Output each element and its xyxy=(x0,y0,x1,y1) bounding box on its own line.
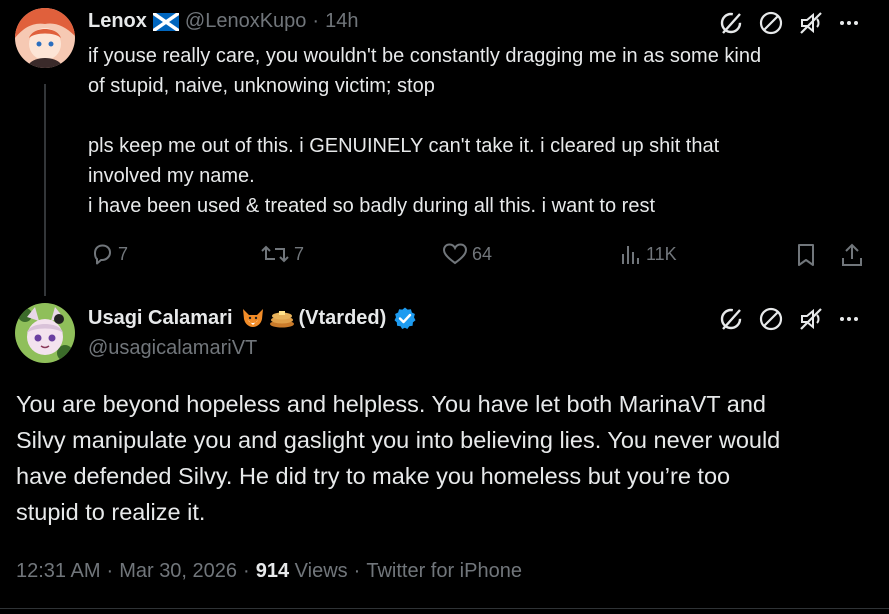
tweet2-line: You are beyond hopeless and helpless. Yo… xyxy=(16,391,766,417)
tweet-time[interactable]: 14h xyxy=(325,10,358,33)
bookmark-button[interactable] xyxy=(795,242,817,268)
author-handle[interactable]: @LenoxKupo xyxy=(185,10,307,33)
block-icon[interactable] xyxy=(758,10,784,36)
tweet1-top-actions xyxy=(718,10,860,36)
share-button[interactable] xyxy=(840,242,864,268)
block-arrow-icon[interactable] xyxy=(718,306,744,332)
tweet1-line: of stupid, naive, unknowing victim; stop xyxy=(88,75,435,97)
verified-badge-icon xyxy=(393,306,417,330)
retweet-icon xyxy=(261,245,289,263)
tweet1-line: pls keep me out of this. i GENUINELY can… xyxy=(88,135,720,157)
author-name-suffix[interactable]: (Vtarded) xyxy=(299,307,387,330)
analytics-icon xyxy=(622,246,639,264)
tweet1-text: if youse really care, you wouldn't be co… xyxy=(88,41,878,221)
mute-icon[interactable] xyxy=(798,306,824,332)
reply-button[interactable]: 7 xyxy=(90,242,128,266)
reply-count: 7 xyxy=(118,243,129,264)
views-label: Views xyxy=(294,560,348,582)
thread-line xyxy=(44,84,46,296)
author-name[interactable]: Lenox xyxy=(88,10,147,33)
mute-icon[interactable] xyxy=(798,10,824,36)
tweet2-meta: 12:31 AM · Mar 30, 2026 · 914 Views · Tw… xyxy=(16,560,522,583)
retweet-count: 7 xyxy=(294,243,305,264)
author-handle[interactable]: @usagicalamariVT xyxy=(88,337,257,360)
views-count: 11K xyxy=(646,243,677,264)
tweet1-line: if youse really care, you wouldn't be co… xyxy=(88,45,762,67)
author-name[interactable]: Usagi Calamari xyxy=(88,307,233,330)
share-icon xyxy=(842,243,862,266)
retweet-button[interactable]: 7 xyxy=(260,242,304,266)
avatar-lenox[interactable] xyxy=(15,8,75,68)
separator: · xyxy=(243,560,250,582)
scotland-flag-icon xyxy=(152,12,179,31)
avatar-usagi[interactable] xyxy=(15,303,75,363)
block-arrow-icon[interactable] xyxy=(718,10,744,36)
bottom-divider xyxy=(0,608,889,609)
heart-icon xyxy=(442,243,468,265)
reply-icon xyxy=(94,244,111,265)
more-icon[interactable] xyxy=(838,10,860,36)
tweet2-text: You are beyond hopeless and helpless. Yo… xyxy=(16,386,882,530)
separator: · xyxy=(312,10,320,32)
fox-icon xyxy=(241,307,265,329)
tweet2-header: Usagi Calamari (Vtarded) xyxy=(88,306,417,330)
tweet2-top-actions xyxy=(718,306,860,332)
tweet1-line: i have been used & treated so badly duri… xyxy=(88,195,656,217)
tweet2-line: stupid to realize it. xyxy=(16,499,206,525)
tweet-time[interactable]: 12:31 AM xyxy=(16,560,101,583)
like-button[interactable]: 64 xyxy=(442,242,492,266)
separator: · xyxy=(353,560,361,582)
client-link[interactable]: Twitter for iPhone xyxy=(366,560,522,583)
separator: · xyxy=(106,560,114,582)
tweet2-line: have defended Silvy. He did try to make … xyxy=(16,463,731,489)
tweet1-line: involved my name. xyxy=(88,165,255,187)
tweet-date[interactable]: Mar 30, 2026 xyxy=(119,560,237,583)
tweet1-header: Lenox @LenoxKupo · 14h xyxy=(88,10,358,33)
block-icon[interactable] xyxy=(758,306,784,332)
pancakes-icon xyxy=(269,307,295,329)
like-count: 64 xyxy=(472,243,493,264)
views-count: 914 xyxy=(255,560,290,582)
bookmark-icon xyxy=(798,244,814,266)
more-icon[interactable] xyxy=(838,306,860,332)
tweet2-line: Silvy manipulate you and gaslight you in… xyxy=(16,427,781,453)
views-button[interactable]: 11K xyxy=(620,242,677,266)
